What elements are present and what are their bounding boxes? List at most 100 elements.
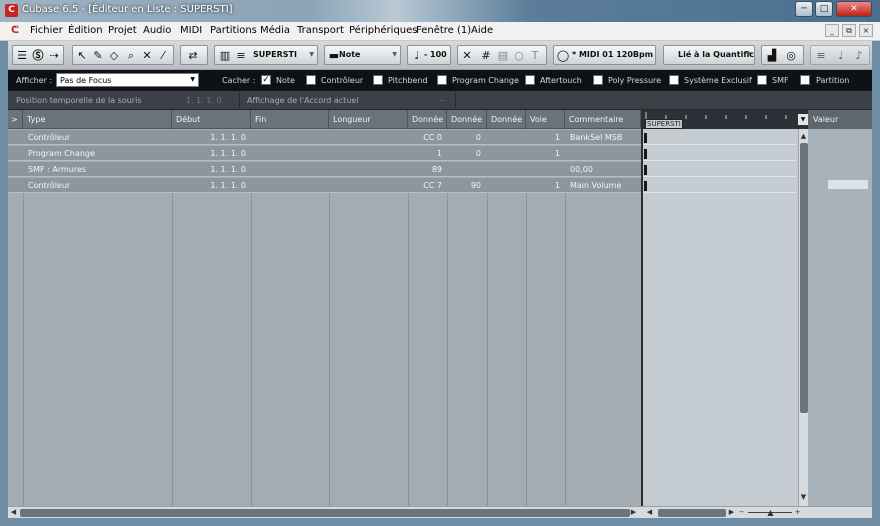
hide-poly-pressure-checkbox[interactable] [593, 75, 603, 85]
cell-start[interactable]: 1. 1. 1. 0 [178, 181, 246, 190]
menu-edition[interactable]: Édition [68, 25, 103, 36]
autoscroll-icon[interactable]: ⇢ [46, 49, 62, 63]
menu-media[interactable]: Média [260, 25, 290, 36]
quantize-link-select[interactable]: Lié à la Quantific ▼ [663, 45, 755, 65]
grid-icon[interactable]: # [478, 49, 494, 63]
quantize-icon[interactable]: ▤ [495, 49, 511, 63]
scroll-left-icon[interactable]: ◀ [644, 507, 655, 518]
mute-icon[interactable]: ✕ [139, 49, 155, 63]
scrollbar-thumb[interactable] [800, 143, 808, 413]
column-data2[interactable]: Donnée [447, 110, 487, 129]
event-row[interactable] [643, 146, 797, 161]
cell-comment[interactable]: Main Volume [570, 181, 621, 190]
event-marker[interactable] [644, 133, 647, 143]
pencil-icon[interactable]: ✎ [90, 49, 106, 63]
inspector-icon[interactable]: ☰ [14, 49, 30, 63]
track-select-icon[interactable]: ⇄ [185, 49, 201, 63]
cubase-logo-icon[interactable]: C [5, 4, 18, 17]
menu-midi[interactable]: MIDI [180, 25, 202, 36]
cell-data2[interactable]: 0 [449, 149, 481, 158]
cell-data2[interactable]: 90 [449, 181, 481, 190]
trim-icon[interactable]: ⁄ [155, 49, 171, 63]
hide-controller-checkbox[interactable] [306, 75, 316, 85]
minimize-button[interactable]: ─ [795, 1, 813, 17]
menu-partitions[interactable]: Partitions [210, 25, 257, 36]
column-data1[interactable]: Donnée [408, 110, 447, 129]
menu-fenetre[interactable]: Fenêtre (1) [416, 25, 471, 36]
lines-icon[interactable]: ≡ [813, 49, 829, 63]
insert-type-select[interactable]: ▬ Note ▼ [324, 45, 401, 65]
cell-data1[interactable]: CC 7 [410, 181, 442, 190]
column-length[interactable]: Longueur [329, 110, 408, 129]
cell-data1[interactable]: 1 [410, 149, 442, 158]
event-row[interactable] [643, 178, 797, 193]
hide-program-change-checkbox[interactable] [437, 75, 447, 85]
loop-icon[interactable]: ○ [511, 49, 527, 63]
zoom-in-icon[interactable]: + [792, 507, 803, 518]
scrollbar-thumb[interactable] [658, 509, 726, 517]
cell-data1[interactable]: CC 0 [410, 133, 442, 142]
column-comment[interactable]: Commentaire [565, 110, 641, 129]
maximize-button[interactable]: □ [815, 1, 833, 17]
table-row[interactable]: Contrôleur 1. 1. 1. 0 CC 7 90 1 Main Vol… [8, 178, 641, 193]
event-marker[interactable] [644, 165, 647, 175]
cubase-menu-icon[interactable]: ᕦ [11, 25, 19, 36]
cell-data1[interactable]: 89 [410, 165, 442, 174]
doc-minimize-button[interactable]: _ [825, 24, 839, 37]
close-button[interactable]: ✕ [836, 1, 872, 17]
xmit-icon[interactable]: ✕ [459, 49, 475, 63]
horizontal-scrollbar[interactable]: ◀ ▶ ◀ ▶ − ▲ + [8, 506, 872, 518]
column-channel[interactable]: Voie [526, 110, 565, 129]
doc-restore-button[interactable]: ⧉ [842, 24, 856, 37]
cell-channel[interactable]: 1 [528, 181, 560, 190]
cell-type[interactable]: Contrôleur [28, 133, 70, 142]
hide-aftertouch-checkbox[interactable] [525, 75, 535, 85]
menu-fichier[interactable]: Fichier [30, 25, 63, 36]
scrollbar-thumb[interactable] [20, 509, 630, 517]
title-bar[interactable]: C Cubase 6.5 - [Éditeur en Liste : SUPER… [0, 0, 880, 22]
column-type[interactable]: Type [23, 110, 172, 129]
step-icon[interactable]: T [527, 49, 543, 63]
hide-sysex-checkbox[interactable] [669, 75, 679, 85]
event-marker[interactable] [644, 181, 647, 191]
note-icon[interactable]: ♪ [851, 49, 867, 63]
column-end[interactable]: Fin [251, 110, 329, 129]
hide-partition-checkbox[interactable] [800, 75, 810, 85]
cell-comment[interactable]: 00,00 [570, 165, 593, 174]
solo-icon[interactable]: Ⓢ [30, 49, 46, 63]
midi-input-select[interactable]: ◯ * MIDI 01 120Bpm [553, 45, 656, 65]
scroll-right-icon[interactable]: ▶ [628, 507, 639, 518]
zoom-out-icon[interactable]: − [736, 507, 747, 518]
column-start[interactable]: Début [172, 110, 251, 129]
event-marker[interactable] [644, 149, 647, 159]
table-row[interactable]: Program Change 1. 1. 1. 0 1 0 1 [8, 146, 641, 161]
event-display[interactable]: SUPERSTI ▼ ▲ ▼ [641, 110, 809, 506]
table-row[interactable]: SMF : Armures 1. 1. 1. 0 89 00,00 [8, 162, 641, 177]
chevron-down-icon[interactable]: ▼ [798, 114, 808, 125]
column-data3[interactable]: Donnée [487, 110, 526, 129]
scroll-left-icon[interactable]: ◀ [8, 507, 19, 518]
hide-note-checkbox[interactable]: ✓ [261, 75, 271, 85]
menu-transport[interactable]: Transport [297, 25, 344, 36]
menu-audio[interactable]: Audio [143, 25, 171, 36]
metronome-icon[interactable]: ◎ [783, 49, 799, 63]
velocity-field[interactable]: ♩ - 100 [407, 45, 451, 65]
event-row[interactable] [643, 130, 797, 145]
cell-channel[interactable]: 1 [528, 149, 560, 158]
event-row[interactable] [643, 162, 797, 177]
hide-pitchbend-checkbox[interactable] [373, 75, 383, 85]
event-ruler[interactable]: SUPERSTI ▼ [643, 110, 808, 129]
hide-smf-checkbox[interactable] [757, 75, 767, 85]
cell-comment[interactable]: BankSel MSB [570, 133, 622, 142]
doc-close-button[interactable]: × [859, 24, 873, 37]
cell-start[interactable]: 1. 1. 1. 0 [178, 165, 246, 174]
eraser-icon[interactable]: ◇ [106, 49, 122, 63]
cell-type[interactable]: Contrôleur [28, 181, 70, 190]
menu-peripheriques[interactable]: Périphériques [349, 25, 418, 36]
menu-projet[interactable]: Projet [108, 25, 137, 36]
note-icon[interactable]: ♩ [833, 49, 849, 63]
cell-channel[interactable]: 1 [528, 133, 560, 142]
cell-data2[interactable]: 0 [449, 133, 481, 142]
expand-icon[interactable]: > [8, 110, 23, 129]
table-row[interactable]: Contrôleur 1. 1. 1. 0 CC 0 0 1 BankSel M… [8, 130, 641, 145]
